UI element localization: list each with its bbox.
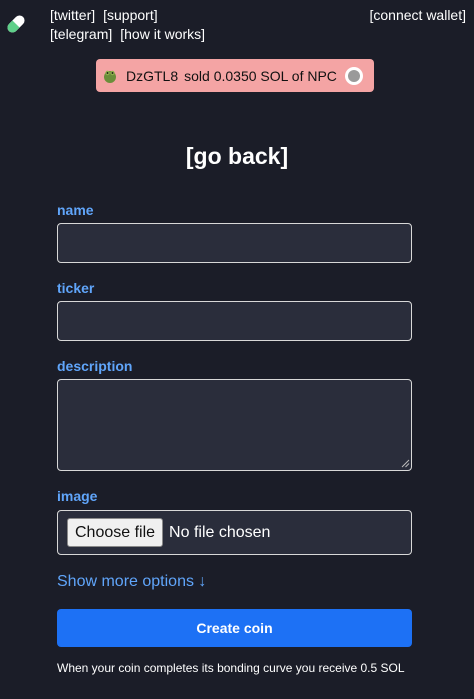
image-label: image <box>57 488 98 504</box>
how-it-works-link[interactable]: [how it works] <box>120 25 205 44</box>
create-coin-button[interactable]: Create coin <box>57 609 412 647</box>
telegram-link[interactable]: [telegram] <box>50 25 112 44</box>
header-nav: [twitter] [support] [telegram] [how it w… <box>50 6 205 44</box>
go-back-link[interactable]: [go back] <box>0 143 474 170</box>
ticker-input[interactable] <box>57 301 412 341</box>
description-label: description <box>57 358 133 374</box>
ticker-user[interactable]: DzGTL8 <box>126 68 178 84</box>
frog-avatar-icon <box>104 70 116 83</box>
coin-avatar-icon <box>344 66 363 85</box>
resize-grip-icon[interactable] <box>401 459 410 468</box>
ticker-label: ticker <box>57 280 95 296</box>
connect-wallet-button[interactable]: [connect wallet] <box>370 6 467 25</box>
pill-logo-icon[interactable] <box>4 12 28 36</box>
twitter-link[interactable]: [twitter] <box>50 6 95 25</box>
choose-file-button[interactable]: Choose file <box>67 518 164 547</box>
file-status: No file chosen <box>169 523 271 541</box>
name-label: name <box>57 202 94 218</box>
name-input[interactable] <box>57 223 412 263</box>
trade-ticker[interactable]: DzGTL8 sold 0.0350 SOL of NPC <box>96 59 374 92</box>
bonding-curve-note: When your coin completes its bonding cur… <box>57 661 405 675</box>
description-textarea[interactable] <box>57 379 412 471</box>
show-more-options-link[interactable]: Show more options ↓ <box>57 573 206 591</box>
image-file-input[interactable]: Choose file No file chosen <box>57 510 412 555</box>
ticker-message: sold 0.0350 SOL of NPC <box>184 67 337 84</box>
create-coin-page: [twitter] [support] [telegram] [how it w… <box>0 0 474 699</box>
support-link[interactable]: [support] <box>103 6 157 25</box>
